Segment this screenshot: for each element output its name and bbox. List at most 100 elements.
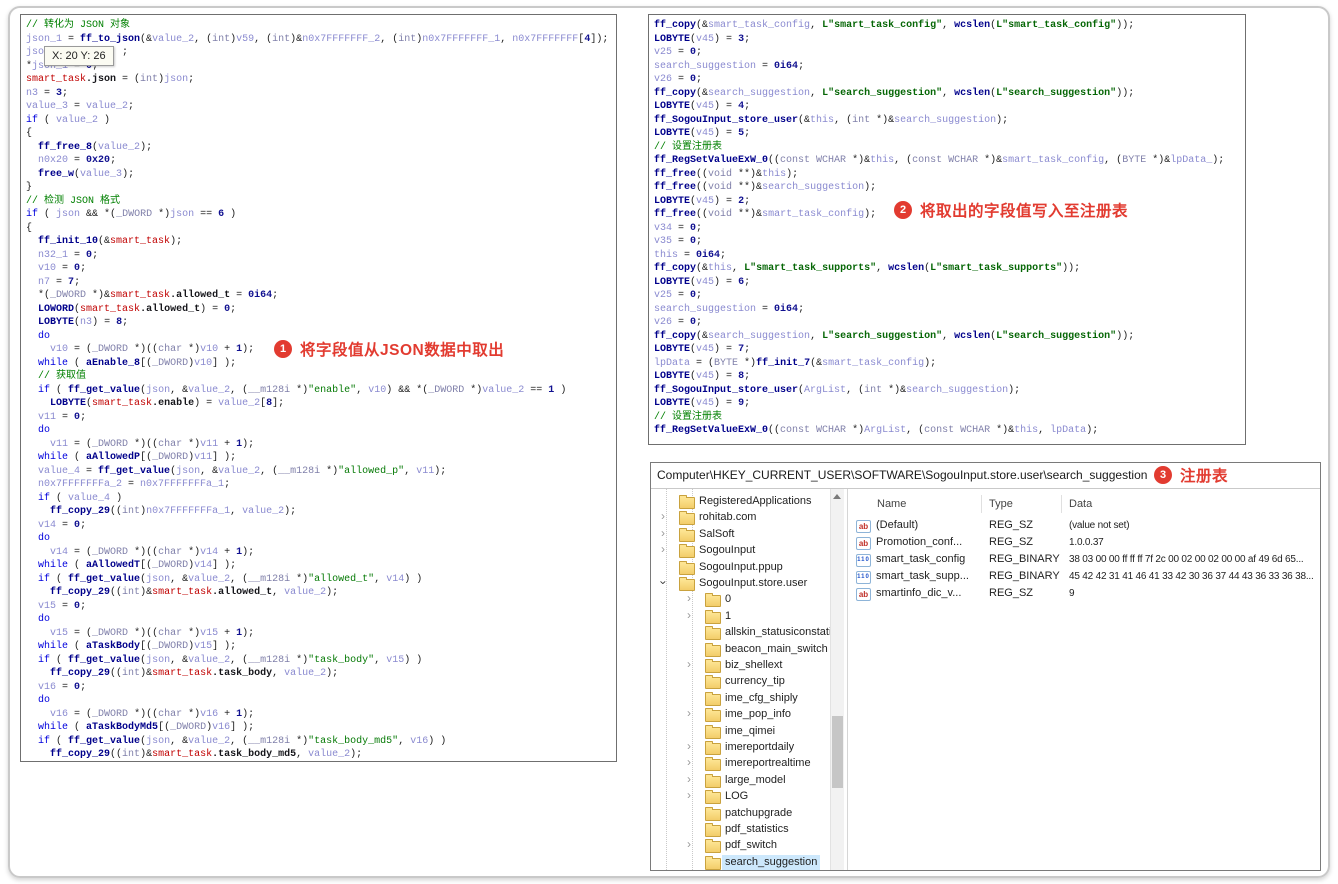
chevron-right-icon[interactable]: › <box>687 740 691 753</box>
tree-item-pdf_switch[interactable]: › pdf_switch <box>651 837 830 854</box>
chevron-right-icon[interactable]: › <box>687 756 691 769</box>
code-line: v15 = 0; <box>38 600 87 612</box>
tree-item-large_model[interactable]: › large_model <box>651 772 830 788</box>
tree-item-pdf_statistics[interactable]: pdf_statistics <box>651 821 830 837</box>
folder-icon <box>705 691 721 706</box>
tree-item-imereportdaily[interactable]: › imereportdaily <box>651 739 830 755</box>
tree-item-label[interactable]: SogouInput.ppup <box>699 560 783 575</box>
annotation-1: 1 将字段值从JSON数据中取出 <box>274 338 504 360</box>
tree-item-rohitab.com[interactable]: › rohitab.com <box>651 509 830 526</box>
tree-item-label[interactable]: rohitab.com <box>699 510 756 525</box>
chevron-right-icon[interactable]: › <box>687 608 691 622</box>
tree-item-ime_qimei[interactable]: ime_qimei <box>651 723 830 739</box>
folder-icon <box>705 675 721 690</box>
tree-item-label[interactable]: SogouInput <box>699 543 755 558</box>
folder-icon <box>705 642 721 657</box>
tree-item-label[interactable]: SogouInput.store.user <box>699 576 807 591</box>
tree-item-biz_shellext[interactable]: › biz_shellext <box>651 657 830 673</box>
column-separator[interactable] <box>1061 495 1062 513</box>
tree-item-label[interactable]: ime_cfg_shiply <box>725 691 798 706</box>
annotation-3-badge: 3 <box>1154 466 1172 484</box>
value-name: smartinfo_dic_v... <box>876 587 962 599</box>
code-line: ff_free_8(value_2); <box>38 141 153 153</box>
tree-item-label[interactable]: 1 <box>725 609 731 624</box>
code-line: this = 0i64; <box>654 249 727 261</box>
registry-value-row[interactable]: ab Promotion_conf... REG_SZ 1.0.0.37 <box>848 534 1320 551</box>
value-data: 38 03 00 00 ff ff ff 7f 2c 00 02 00 02 0… <box>1069 554 1304 565</box>
code-line: v11 = 0; <box>38 411 87 423</box>
tree-item-1[interactable]: › 1 <box>651 608 830 624</box>
tree-item-label[interactable]: biz_shellext <box>725 658 782 673</box>
column-header-name[interactable]: Name <box>877 495 906 513</box>
column-separator[interactable] <box>981 495 982 513</box>
tree-item-LOG[interactable]: › LOG <box>651 788 830 805</box>
folder-icon <box>705 806 721 821</box>
code-line: if ( value_2 ) <box>26 114 111 126</box>
folder-icon <box>705 839 721 854</box>
code-line: if ( ff_get_value(json, &value_2, (__m12… <box>38 735 447 747</box>
tree-item-label[interactable]: SalSoft <box>699 527 734 542</box>
tree-item-0[interactable]: › 0 <box>651 591 830 608</box>
scroll-up-arrow-icon[interactable] <box>833 494 841 499</box>
tree-item-label[interactable]: pdf_statistics <box>725 822 789 837</box>
reg-binary-icon: 110 <box>856 571 871 584</box>
scrollbar-thumb[interactable] <box>832 716 843 788</box>
tree-item-label[interactable]: pdf_switch <box>725 838 777 853</box>
tree-item-allskin_statusiconstatis[interactable]: allskin_statusiconstatis <box>651 624 830 641</box>
chevron-right-icon[interactable]: › <box>687 658 691 671</box>
tree-item-patchupgrade[interactable]: patchupgrade <box>651 805 830 821</box>
tree-item-SogouInput.ppup[interactable]: SogouInput.ppup <box>651 559 830 575</box>
registry-value-row[interactable]: ab (Default) REG_SZ (value not set) <box>848 517 1320 534</box>
chevron-down-icon[interactable]: › <box>657 581 671 585</box>
tree-item-label[interactable]: RegisteredApplications <box>699 494 812 509</box>
tree-item-label[interactable]: search_suggestion <box>722 854 821 870</box>
tree-item-label[interactable]: imereportdaily <box>725 740 794 755</box>
code-line: LOBYTE(n3) = 8; <box>38 317 129 328</box>
tree-item-currency_tip[interactable]: currency_tip <box>651 673 830 690</box>
tree-item-label[interactable]: currency_tip <box>725 674 785 689</box>
code-line: LOBYTE(v45) = 5; <box>654 128 751 139</box>
tree-item-label[interactable]: large_model <box>725 773 786 788</box>
tree-item-search_suggestion[interactable]: search_suggestion <box>651 854 830 870</box>
tree-item-imereportrealtime[interactable]: › imereportrealtime <box>651 755 830 772</box>
value-name: smart_task_config <box>876 553 966 565</box>
registry-value-row[interactable]: 110 smart_task_config REG_BINARY 38 03 00 0… <box>848 551 1320 568</box>
column-header-data[interactable]: Data <box>1069 495 1092 513</box>
value-type: REG_SZ <box>989 587 1034 599</box>
tree-item-label[interactable]: 0 <box>725 592 731 607</box>
tree-scrollbar[interactable] <box>830 489 844 870</box>
chevron-right-icon[interactable]: › <box>687 707 691 720</box>
value-type: REG_SZ <box>989 536 1034 548</box>
tree-item-label[interactable]: beacon_main_switch <box>725 642 828 657</box>
reg-sz-icon: ab <box>856 537 871 550</box>
tree-item-label[interactable]: imereportrealtime <box>725 756 811 771</box>
tree-item-label[interactable]: allskin_statusiconstatis <box>725 625 830 640</box>
tree-item-label[interactable]: LOG <box>725 789 748 804</box>
tree-item-SogouInput[interactable]: › SogouInput <box>651 542 830 559</box>
tree-item-beacon_main_switch[interactable]: beacon_main_switch <box>651 641 830 657</box>
chevron-right-icon[interactable]: › <box>661 510 665 523</box>
tree-item-label[interactable]: patchupgrade <box>725 806 792 821</box>
tree-item-ime_pop_info[interactable]: › ime_pop_info <box>651 706 830 723</box>
column-header-type[interactable]: Type <box>989 495 1013 513</box>
registry-value-row[interactable]: 110 smart_task_supp... REG_BINARY 45 42 42 … <box>848 568 1320 585</box>
chevron-right-icon[interactable]: › <box>661 526 665 540</box>
tree-item-ime_cfg_shiply[interactable]: ime_cfg_shiply <box>651 690 830 706</box>
chevron-right-icon[interactable]: › <box>687 838 691 851</box>
tree-item-SalSoft[interactable]: › SalSoft <box>651 526 830 542</box>
tree-item-RegisteredApplications[interactable]: RegisteredApplications <box>651 493 830 509</box>
tree-item-SogouInput.store.user[interactable]: › SogouInput.store.user <box>651 575 830 591</box>
tree-item-label[interactable]: ime_qimei <box>725 724 775 739</box>
chevron-right-icon[interactable]: › <box>687 592 691 605</box>
chevron-right-icon[interactable]: › <box>661 543 665 556</box>
code-line: ff_free((void **)&search_suggestion); <box>654 182 877 193</box>
code-line: v14 = (_DWORD *)((char *)v14 + 1); <box>50 546 255 558</box>
registry-value-row[interactable]: ab smartinfo_dic_v... REG_SZ 9 <box>848 585 1320 602</box>
code-line: // 检测 JSON 格式 <box>26 195 121 207</box>
chevron-right-icon[interactable]: › <box>687 789 691 802</box>
tree-item-label[interactable]: ime_pop_info <box>725 707 791 722</box>
code-line: LOBYTE(v45) = 3; <box>654 33 751 45</box>
folder-icon <box>679 495 695 509</box>
chevron-right-icon[interactable]: › <box>687 772 691 786</box>
code-line: // 获取值 <box>38 371 87 382</box>
